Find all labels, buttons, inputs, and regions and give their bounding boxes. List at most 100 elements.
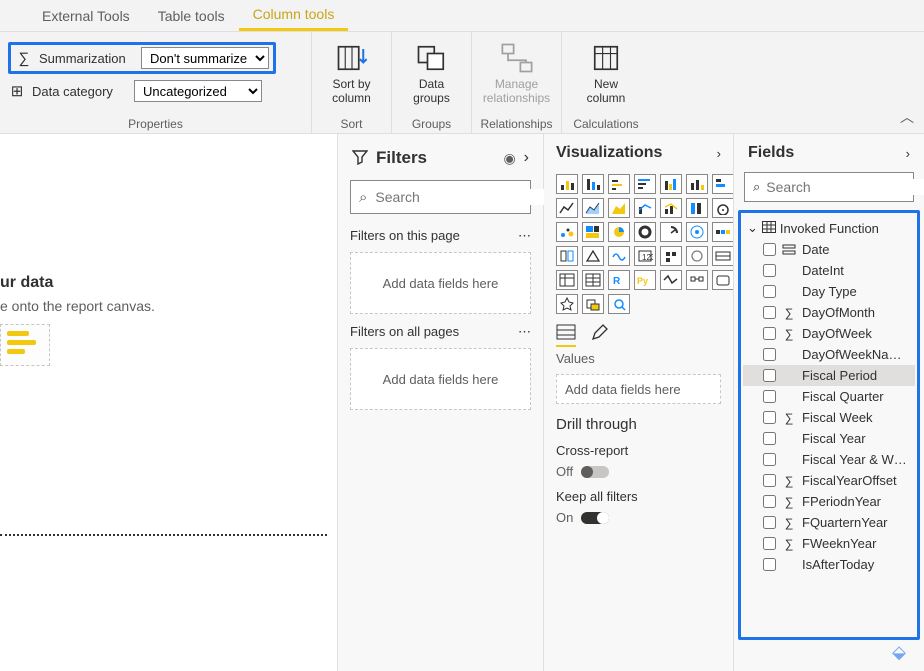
field-checkbox[interactable] (763, 327, 776, 340)
field-item[interactable]: ∑DayOfMonth (743, 302, 915, 323)
data-category-select[interactable]: Uncategorized (134, 80, 262, 102)
more-icon[interactable]: ⋯ (518, 228, 531, 244)
summarization-select[interactable]: Don't summarize (141, 47, 269, 69)
field-item[interactable]: ∑FWeeknYear (743, 533, 915, 554)
visual-tile-5[interactable] (686, 174, 708, 194)
new-column-button[interactable]: New column (572, 36, 640, 110)
visual-tile-37[interactable] (608, 294, 630, 314)
visual-tile-27[interactable] (712, 246, 734, 266)
chevron-right-icon[interactable]: › (524, 149, 529, 167)
fields-tab-icon[interactable] (556, 324, 576, 347)
tab-external-tools[interactable]: External Tools (28, 2, 144, 30)
field-checkbox[interactable] (763, 285, 776, 298)
field-item[interactable]: Fiscal Year & W… (743, 449, 915, 470)
report-canvas[interactable]: ur data e onto the report canvas. (0, 134, 338, 671)
values-dropzone[interactable]: Add data fields here (556, 374, 721, 404)
visual-tile-18[interactable] (660, 222, 682, 242)
chevron-right-icon[interactable]: › (717, 146, 721, 161)
visual-tile-33[interactable] (686, 270, 708, 290)
field-item[interactable]: ∑DayOfWeek (743, 323, 915, 344)
visual-tile-7[interactable] (556, 198, 578, 218)
eye-icon[interactable]: ◉ (503, 150, 515, 167)
field-checkbox[interactable] (763, 411, 776, 424)
visual-tile-17[interactable] (634, 222, 656, 242)
visual-tile-11[interactable] (660, 198, 682, 218)
fields-search[interactable]: ⌕ (744, 172, 914, 202)
tab-table-tools[interactable]: Table tools (144, 2, 239, 30)
filters-all-dropzone[interactable]: Add data fields here (350, 348, 531, 410)
visual-tile-35[interactable] (556, 294, 578, 314)
visual-tile-21[interactable] (556, 246, 578, 266)
filters-page-dropzone[interactable]: Add data fields here (350, 252, 531, 314)
visual-tile-23[interactable] (608, 246, 630, 266)
visual-tile-29[interactable] (582, 270, 604, 290)
manage-relationships-button[interactable]: Manage relationships (483, 36, 551, 110)
field-checkbox[interactable] (763, 495, 776, 508)
field-checkbox[interactable] (763, 516, 776, 529)
filters-search[interactable]: ⌕ (350, 180, 531, 214)
visual-tile-34[interactable] (712, 270, 734, 290)
ribbon-collapse-icon[interactable]: ︿ (900, 107, 914, 127)
data-groups-button[interactable]: Data groups (400, 36, 463, 110)
field-item[interactable]: ∑FPeriodnYear (743, 491, 915, 512)
field-checkbox[interactable] (763, 474, 776, 487)
visual-tile-10[interactable] (634, 198, 656, 218)
field-item[interactable]: Fiscal Year (743, 428, 915, 449)
visual-tile-6[interactable] (712, 174, 734, 194)
fields-search-input[interactable] (766, 179, 924, 195)
field-item[interactable]: Day Type (743, 281, 915, 302)
visual-tile-16[interactable] (608, 222, 630, 242)
more-icon[interactable]: ⋯ (518, 324, 531, 340)
field-item[interactable]: ∑FQuarternYear (743, 512, 915, 533)
visual-tile-1[interactable] (582, 174, 604, 194)
visual-tile-15[interactable] (582, 222, 604, 242)
field-checkbox[interactable] (763, 264, 776, 277)
sort-by-column-button[interactable]: Sort by column (320, 36, 383, 110)
visual-tile-0[interactable] (556, 174, 578, 194)
field-checkbox[interactable] (763, 369, 776, 382)
visual-tile-4[interactable] (660, 174, 682, 194)
visual-tile-20[interactable] (712, 222, 734, 242)
visual-tile-32[interactable] (660, 270, 682, 290)
visual-tile-9[interactable] (608, 198, 630, 218)
tab-column-tools[interactable]: Column tools (239, 0, 349, 31)
visual-tile-19[interactable] (686, 222, 708, 242)
field-checkbox[interactable] (763, 348, 776, 361)
visual-tile-3[interactable] (634, 174, 656, 194)
field-checkbox[interactable] (763, 243, 776, 256)
cross-report-toggle[interactable]: Off (556, 464, 721, 479)
field-item[interactable]: Fiscal Quarter (743, 386, 915, 407)
keep-filters-toggle[interactable]: On (556, 510, 721, 525)
visual-tile-14[interactable] (556, 222, 578, 242)
visual-tile-12[interactable] (686, 198, 708, 218)
chevron-right-icon[interactable]: › (906, 146, 910, 161)
field-checkbox[interactable] (763, 453, 776, 466)
field-item[interactable]: ∑Fiscal Week (743, 407, 915, 428)
field-checkbox[interactable] (763, 432, 776, 445)
fields-table-node[interactable]: ⌄ Invoked Function (743, 217, 915, 239)
visual-tile-28[interactable] (556, 270, 578, 290)
visual-tile-31[interactable]: Py (634, 270, 656, 290)
filters-search-input[interactable] (375, 189, 556, 205)
visual-tile-24[interactable]: 123 (634, 246, 656, 266)
group-label-calculations: Calculations (570, 115, 642, 133)
visual-tile-30[interactable]: R (608, 270, 630, 290)
field-item[interactable]: DayOfWeekNa… (743, 344, 915, 365)
visual-tile-25[interactable] (660, 246, 682, 266)
visual-tile-36[interactable] (582, 294, 604, 314)
visual-tile-13[interactable] (712, 198, 734, 218)
field-item[interactable]: DateInt (743, 260, 915, 281)
format-tab-icon[interactable] (590, 324, 608, 347)
field-item[interactable]: Date (743, 239, 915, 260)
field-checkbox[interactable] (763, 306, 776, 319)
field-checkbox[interactable] (763, 537, 776, 550)
visual-tile-8[interactable] (582, 198, 604, 218)
field-item[interactable]: IsAfterToday (743, 554, 915, 575)
visual-tile-2[interactable] (608, 174, 630, 194)
field-item[interactable]: Fiscal Period (743, 365, 915, 386)
visual-tile-22[interactable] (582, 246, 604, 266)
field-checkbox[interactable] (763, 558, 776, 571)
field-checkbox[interactable] (763, 390, 776, 403)
field-item[interactable]: ∑FiscalYearOffset (743, 470, 915, 491)
visual-tile-26[interactable] (686, 246, 708, 266)
